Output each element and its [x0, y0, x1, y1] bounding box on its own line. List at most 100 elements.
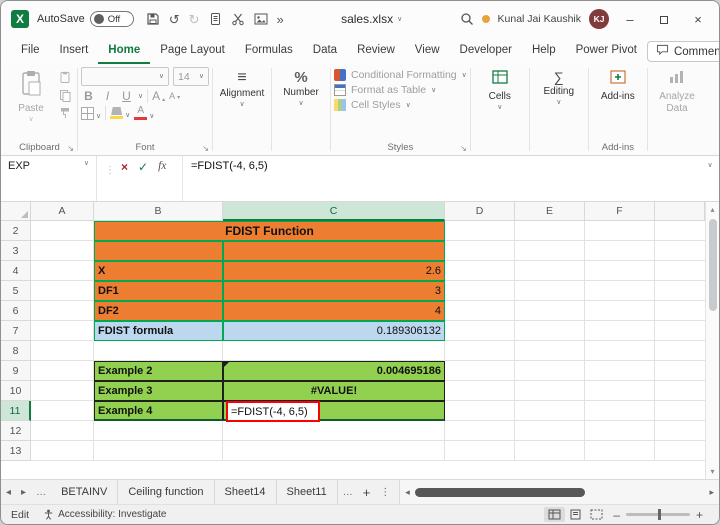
scroll-down-icon[interactable]: ▾ [710, 464, 714, 479]
row-header-13[interactable]: 13 [1, 441, 31, 461]
cell-D3[interactable] [445, 241, 515, 261]
horizontal-scrollbar[interactable]: ◂ ▸ [399, 480, 719, 504]
cell-B5[interactable]: DF1 [94, 281, 223, 301]
tab-power-pivot[interactable]: Power Pivot [566, 40, 647, 64]
cell-E7[interactable] [515, 321, 585, 341]
cell-A9[interactable] [31, 361, 94, 381]
tab-insert[interactable]: Insert [50, 40, 99, 64]
cell-D7[interactable] [445, 321, 515, 341]
conditional-formatting-button[interactable]: Conditional Formatting ∨ [334, 69, 467, 81]
cell-F11[interactable] [585, 401, 655, 421]
cell-A8[interactable] [31, 341, 94, 361]
confirm-entry-icon[interactable]: ✓ [138, 160, 148, 174]
format-painter-icon[interactable] [59, 107, 72, 119]
cell-E5[interactable] [515, 281, 585, 301]
sheet-nav-right-icon[interactable]: ▸ [16, 487, 31, 498]
row-header-3[interactable]: 3 [1, 241, 31, 261]
comments-button[interactable]: Comments [647, 41, 720, 62]
underline-button[interactable]: U [119, 89, 134, 103]
cell-A11[interactable] [31, 401, 94, 421]
cell-F7[interactable] [585, 321, 655, 341]
font-name-select[interactable]: ∨ [81, 67, 169, 86]
tab-formulas[interactable]: Formulas [235, 40, 303, 64]
tab-data[interactable]: Data [303, 40, 347, 64]
zoom-out-button[interactable]: – [607, 508, 626, 522]
zoom-slider[interactable] [626, 513, 690, 516]
cell-C4[interactable]: 2.6 [223, 261, 445, 281]
cell-A6[interactable] [31, 301, 94, 321]
cell-F6[interactable] [585, 301, 655, 321]
sheet-tab-ceiling-function[interactable]: Ceiling function [118, 480, 214, 504]
sheet-tab-sheet11[interactable]: Sheet11 [277, 480, 338, 504]
cell-E8[interactable] [515, 341, 585, 361]
alignment-button[interactable]: ≡ Alignment ∨ [216, 67, 268, 111]
vertical-scrollbar[interactable]: ▴ ▾ [705, 202, 719, 479]
cell-A5[interactable] [31, 281, 94, 301]
format-as-table-button[interactable]: Format as Table ∨ [334, 84, 436, 96]
font-color-button[interactable]: A ∨ [134, 106, 154, 120]
cell-D12[interactable] [445, 421, 515, 441]
cell-E3[interactable] [515, 241, 585, 261]
cell-C13[interactable] [223, 441, 445, 461]
number-button[interactable]: % Number ∨ [275, 67, 327, 110]
sheet-nav-left-icon[interactable]: ◂ [1, 487, 16, 498]
row-header-8[interactable]: 8 [1, 341, 31, 361]
save-icon[interactable] [146, 12, 160, 26]
cell-B13[interactable] [94, 441, 223, 461]
formula-input[interactable]: =FDIST(-4, 6,5) [183, 156, 701, 201]
close-button[interactable]: × [685, 12, 711, 27]
cell-E6[interactable] [515, 301, 585, 321]
cell-E9[interactable] [515, 361, 585, 381]
cell-E13[interactable] [515, 441, 585, 461]
cell-A2[interactable] [31, 221, 94, 241]
editing-button[interactable]: ∑ Editing ∨ [533, 67, 585, 109]
cell-C7[interactable]: 0.189306132 [223, 321, 445, 341]
cut-icon[interactable] [231, 12, 245, 26]
row-header-10[interactable]: 10 [1, 381, 31, 401]
col-header-A[interactable]: A [31, 202, 94, 221]
row-header-5[interactable]: 5 [1, 281, 31, 301]
font-dialog-launcher-icon[interactable]: ↘ [202, 144, 209, 153]
cell-B8[interactable] [94, 341, 223, 361]
hscroll-left-icon[interactable]: ◂ [400, 487, 415, 498]
search-icon[interactable] [460, 12, 474, 26]
qat-overflow-icon[interactable]: » [277, 13, 284, 26]
excel-app-icon[interactable]: X [11, 10, 29, 28]
cell-D11[interactable] [445, 401, 515, 421]
zoom-in-button[interactable]: + [690, 508, 709, 522]
row-header-7[interactable]: 7 [1, 321, 31, 341]
hscroll-right-icon[interactable]: ▸ [704, 487, 719, 498]
grow-font-button[interactable]: A ▴ [152, 89, 165, 103]
col-header-B[interactable]: B [94, 202, 223, 221]
sheet-tab-sheet14[interactable]: Sheet14 [215, 480, 277, 504]
cell-styles-button[interactable]: Cell Styles ∨ [334, 99, 411, 111]
cancel-entry-icon[interactable]: × [121, 160, 128, 174]
cell-F9[interactable] [585, 361, 655, 381]
cell-B6[interactable]: DF2 [94, 301, 223, 321]
undo-icon[interactable]: ↺ [169, 13, 180, 26]
cell-D9[interactable] [445, 361, 515, 381]
tab-file[interactable]: File [11, 40, 50, 64]
cell-B10[interactable]: Example 3 [94, 381, 223, 401]
cell-B7[interactable]: FDIST formula [94, 321, 223, 341]
tab-home[interactable]: Home [98, 40, 150, 64]
tab-developer[interactable]: Developer [450, 40, 522, 64]
minimize-button[interactable]: – [617, 12, 643, 27]
zoom-slider-thumb[interactable] [658, 509, 661, 520]
col-header-F[interactable]: F [585, 202, 655, 221]
cell-B11[interactable]: Example 4 [94, 401, 223, 421]
sheet-splitter-icon[interactable]: ⋮ [375, 487, 395, 498]
cell-D4[interactable] [445, 261, 515, 281]
cell-F5[interactable] [585, 281, 655, 301]
name-box[interactable]: EXP ∨ [1, 156, 97, 201]
cell-E4[interactable] [515, 261, 585, 281]
cell-C6[interactable]: 4 [223, 301, 445, 321]
hscroll-thumb[interactable] [415, 488, 585, 497]
redo-icon[interactable]: ↻ [189, 13, 200, 26]
scroll-up-icon[interactable]: ▴ [710, 202, 714, 217]
page-break-view-button[interactable] [586, 507, 607, 522]
fill-color-button[interactable]: ∨ [110, 107, 130, 119]
analyze-data-button[interactable]: Analyze Data [651, 67, 703, 117]
col-header-C[interactable]: C [223, 202, 445, 221]
formula-bar-expand-icon[interactable]: ∨ [707, 162, 712, 201]
